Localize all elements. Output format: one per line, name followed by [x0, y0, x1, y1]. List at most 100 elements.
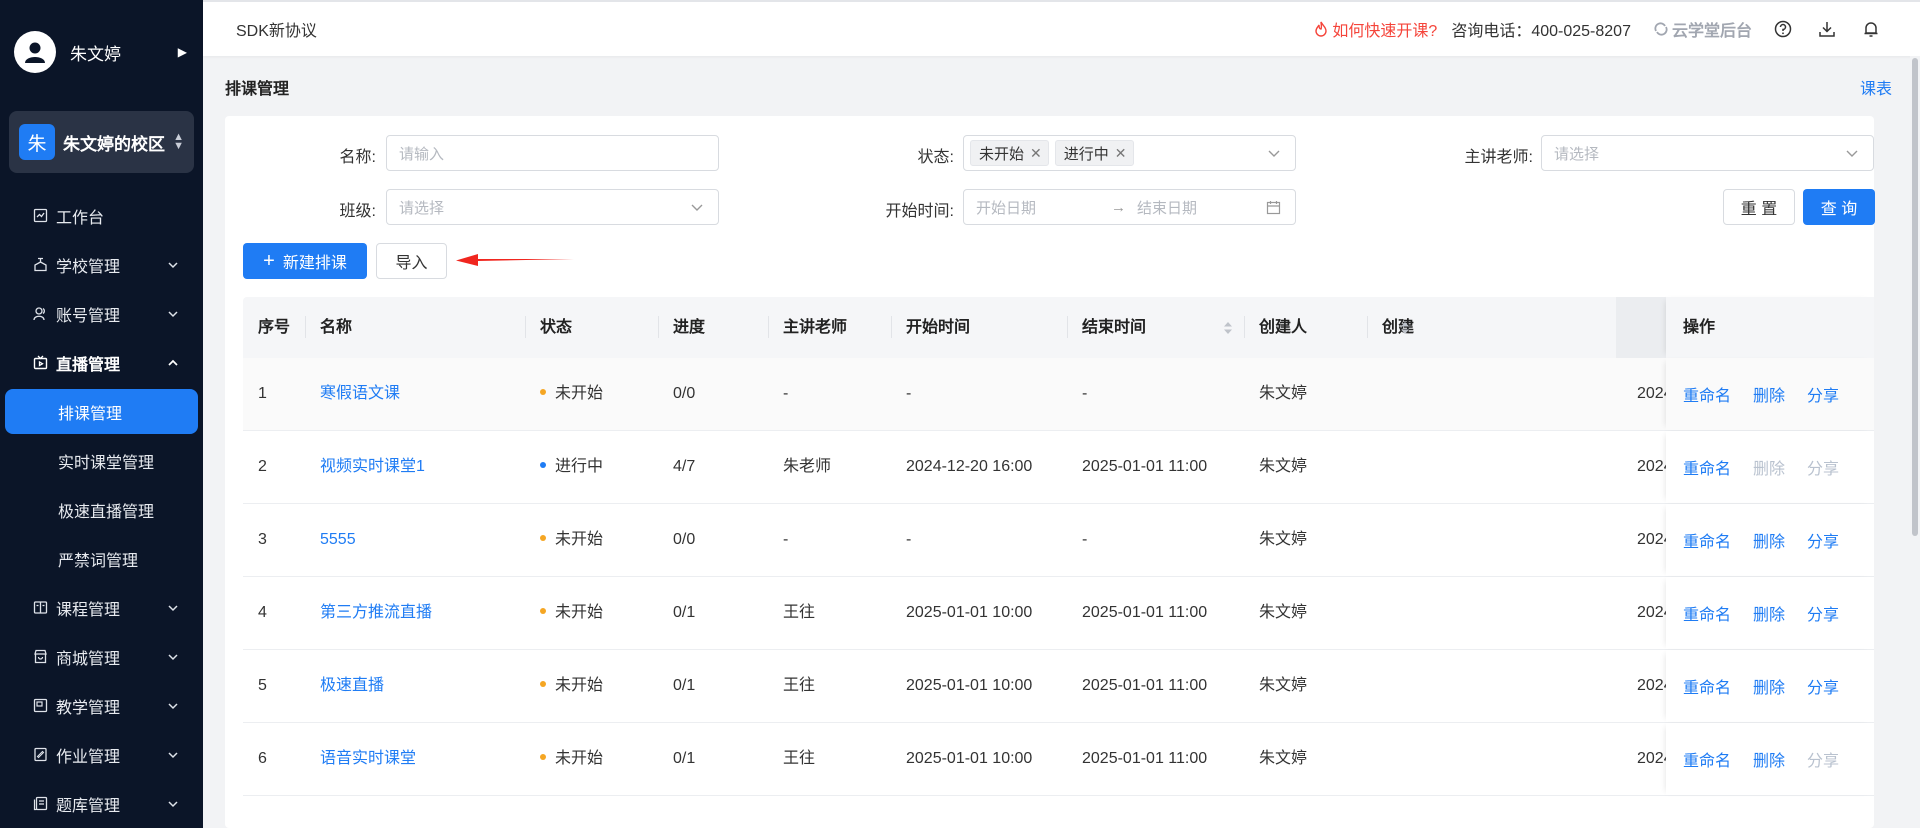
header-col-actions: 操作: [1666, 297, 1874, 358]
end-date-placeholder[interactable]: 结束日期: [1137, 197, 1197, 218]
cell-name[interactable]: 寒假语文课: [320, 358, 400, 430]
sidebar-item-label: 账号管理: [56, 307, 121, 325]
delete-button[interactable]: 删除: [1753, 382, 1785, 406]
start-sort-icon[interactable]: [1223, 322, 1233, 334]
caret-right-icon[interactable]: ▶: [178, 45, 187, 59]
download-icon[interactable]: [1814, 16, 1840, 42]
chevron-down-icon: [691, 204, 703, 211]
cell-start: 2024-12-20 16:00: [906, 458, 1033, 475]
phone-info: 咨询电话：400-025-8207: [1451, 23, 1631, 40]
sidebar-subitem[interactable]: 实时课堂管理: [0, 436, 203, 485]
table-header: 序号 名称 状态 进度 主讲老师 开始时间 结束时间 创建人 创建 操作: [243, 297, 1874, 358]
campus-switcher[interactable]: 朱 朱文婷的校区 ▲ ▼: [9, 111, 194, 173]
sidebar-item-school[interactable]: 学校管理: [0, 240, 203, 289]
name-input[interactable]: 请输入: [386, 135, 719, 171]
sidebar-item-homework[interactable]: 作业管理: [0, 730, 203, 779]
sidebar-subitem[interactable]: 排课管理: [5, 389, 198, 434]
header-col-start-time[interactable]: 开始时间: [906, 297, 970, 358]
delete-button[interactable]: 删除: [1753, 674, 1785, 698]
row-actions: 重命名 删除 分享: [1666, 723, 1874, 795]
end-sort-icon[interactable]: [1400, 322, 1410, 334]
search-button[interactable]: 查 询: [1803, 189, 1875, 225]
cell-status: 未开始: [540, 358, 603, 430]
share-button[interactable]: 分享: [1807, 601, 1839, 625]
rename-button[interactable]: 重命名: [1683, 455, 1731, 479]
sidebar-item-shop[interactable]: 商城管理: [0, 632, 203, 681]
header-col-end-time[interactable]: 结束时间: [1082, 297, 1146, 358]
sidebar-item-teaching[interactable]: 教学管理: [0, 681, 203, 730]
class-select[interactable]: 请选择: [386, 189, 719, 225]
sidebar-item-account[interactable]: 账号管理: [0, 289, 203, 338]
cell-progress: 0/1: [673, 604, 696, 621]
cell-start: -: [906, 385, 912, 402]
quick-start-link[interactable]: 如何快速开课?: [1314, 17, 1437, 41]
row-actions: 重命名 删除 分享: [1666, 431, 1874, 503]
created-col-highlight: [1616, 297, 1666, 358]
reset-button[interactable]: 重 置: [1723, 189, 1795, 225]
name-filter-label: 名称:: [339, 149, 376, 166]
cell-name[interactable]: 第三方推流直播: [320, 577, 432, 649]
cell-name[interactable]: 视频实时课堂1: [320, 431, 425, 503]
sidebar-item-question-bank[interactable]: 题库管理: [0, 779, 203, 828]
tag-close-icon[interactable]: ✕: [1115, 145, 1127, 162]
sidebar-subitem[interactable]: 严禁词管理: [0, 534, 203, 583]
cell-name[interactable]: 极速直播: [320, 650, 384, 722]
cell-end: -: [1082, 385, 1088, 402]
column-divider: [1367, 316, 1368, 338]
table-row[interactable]: 5 极速直播 未开始 0/1 王往 2025-01-01 10:00 2025-01-01 …: [243, 650, 1874, 723]
switch-icon: [1654, 22, 1668, 36]
delete-button[interactable]: 删除: [1753, 528, 1785, 552]
cell-end: 2025-01-01 11:00: [1082, 677, 1208, 694]
column-divider: [305, 316, 306, 338]
table-row[interactable]: 1寒假语文课未开始0/0---朱文婷2024重命名删除分享: [243, 358, 1874, 431]
delete-button[interactable]: 删除: [1753, 747, 1785, 771]
teacher-select[interactable]: 请选择: [1541, 135, 1874, 171]
chevron-down-icon: [167, 650, 179, 668]
plus-icon: +: [263, 250, 275, 272]
sidebar-item-course[interactable]: 课程管理: [0, 583, 203, 632]
cell-creator: 朱文婷: [1259, 385, 1308, 402]
delete-button[interactable]: 删除: [1753, 601, 1785, 625]
vertical-scrollbar[interactable]: [1910, 56, 1920, 828]
cell-creator: 朱文婷: [1259, 677, 1308, 694]
start-date-placeholder[interactable]: 开始日期: [976, 197, 1111, 218]
cell-name[interactable]: 5555: [320, 504, 356, 576]
schedule-link[interactable]: 课表: [1860, 75, 1892, 99]
rename-button[interactable]: 重命名: [1683, 674, 1731, 698]
share-button[interactable]: 分享: [1807, 382, 1839, 406]
cell-name[interactable]: 语音实时课堂: [320, 723, 416, 795]
sidebar-item-dashboard[interactable]: 工作台: [0, 191, 203, 240]
cell-no: 2: [258, 458, 267, 475]
help-icon[interactable]: [1770, 16, 1796, 42]
scrollbar-thumb[interactable]: [1912, 58, 1918, 536]
chevron-down-icon: [167, 601, 179, 619]
new-schedule-button[interactable]: + 新建排课: [243, 243, 367, 279]
rename-button[interactable]: 重命名: [1683, 528, 1731, 552]
brand-label: 云学堂后台: [1671, 23, 1752, 40]
status-select[interactable]: 未开始 ✕ 进行中 ✕: [963, 135, 1296, 171]
date-range-picker[interactable]: 开始日期 → 结束日期: [963, 189, 1296, 225]
sidebar-subitem[interactable]: 极速直播管理: [0, 485, 203, 534]
cell-created: 2024: [1637, 750, 1666, 767]
table-row[interactable]: 2 视频实时课堂1 进行中 4/7 朱老师 2024-12-20 16:00 2025-01…: [243, 431, 1874, 504]
table-row[interactable]: 4 第三方推流直播 未开始 0/1 王往 2025-01-01 10:00 2025-01-…: [243, 577, 1874, 650]
cell-created: 2024: [1637, 531, 1666, 548]
rename-button[interactable]: 重命名: [1683, 382, 1731, 406]
rename-button[interactable]: 重命名: [1683, 747, 1731, 771]
cell-status: 未开始: [540, 650, 603, 722]
bell-icon[interactable]: [1858, 16, 1884, 42]
share-button[interactable]: 分享: [1807, 674, 1839, 698]
import-button[interactable]: 导入: [376, 243, 447, 279]
table-row[interactable]: 35555未开始0/0---朱文婷2024重命名删除分享: [243, 504, 1874, 577]
rename-button[interactable]: 重命名: [1683, 601, 1731, 625]
tag-close-icon[interactable]: ✕: [1030, 145, 1042, 162]
sidebar-item-live[interactable]: 直播管理: [0, 338, 203, 387]
row-actions: 重命名 删除 分享: [1666, 358, 1874, 430]
user-profile[interactable]: 朱文婷 ▶: [0, 0, 203, 104]
share-button[interactable]: 分享: [1807, 528, 1839, 552]
table-body: 1寒假语文课未开始0/0---朱文婷2024重命名删除分享2视频实时课堂1进行中…: [243, 358, 1874, 796]
user-icon: [25, 42, 45, 63]
table-row[interactable]: 6 语音实时课堂 未开始 0/1 王往 2025-01-01 10:00 2025-01-0…: [243, 723, 1874, 796]
teacher-placeholder: 请选择: [1554, 145, 1600, 163]
brand-link[interactable]: 云学堂后台: [1653, 17, 1752, 41]
